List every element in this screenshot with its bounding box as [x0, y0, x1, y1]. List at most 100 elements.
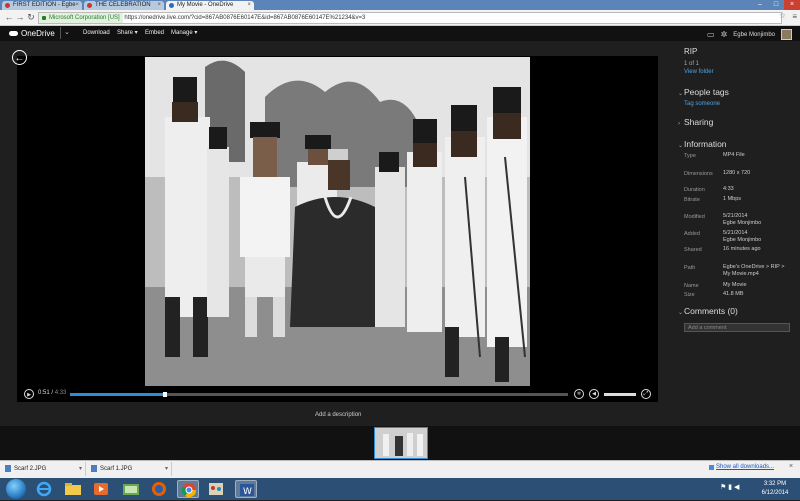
- start-button[interactable]: [6, 479, 26, 499]
- word-icon[interactable]: W: [235, 480, 257, 498]
- info-value: My Movie: [723, 282, 747, 288]
- folder-title: RIP: [684, 47, 698, 56]
- browser-tab-2[interactable]: THE CELEBRATION ×: [84, 1, 164, 10]
- back-arrow-icon[interactable]: ←: [4, 12, 14, 22]
- bookmark-star-icon[interactable]: ☆: [779, 11, 786, 20]
- embed-command[interactable]: Embed: [145, 26, 164, 41]
- show-all-downloads-link[interactable]: Show all downloads...: [716, 464, 774, 470]
- chevron-down-icon[interactable]: ▾: [79, 462, 82, 476]
- info-key: Duration: [684, 187, 705, 193]
- thumbnail-image: [375, 428, 427, 458]
- filmstrip-thumbnail[interactable]: [374, 427, 428, 459]
- clock[interactable]: 3:32 PM 6/12/2014: [758, 480, 792, 498]
- onedrive-logo[interactable]: OneDrive: [9, 28, 55, 39]
- historical-photo-image: [145, 57, 530, 386]
- current-time: 0:51: [38, 390, 50, 396]
- share-label: Share: [117, 30, 134, 36]
- tag-someone-link[interactable]: Tag someone: [684, 101, 720, 107]
- download-item[interactable]: Scarf 1.JPG ▾: [90, 462, 172, 476]
- volume-slider[interactable]: [604, 393, 636, 396]
- seek-handle[interactable]: [162, 392, 167, 397]
- play-icon[interactable]: ▶: [24, 389, 34, 399]
- media-player-icon[interactable]: [90, 480, 112, 498]
- back-circle-icon[interactable]: ←: [12, 50, 27, 65]
- info-value: 1 Mbps: [723, 196, 742, 202]
- ev-certificate-badge[interactable]: Microsoft Corporation [US]: [39, 13, 123, 23]
- info-value: Egbe's OneDrive > RIP > My Movie.mp4: [723, 264, 784, 278]
- user-name[interactable]: Egbe Monjimbo: [733, 32, 775, 38]
- forward-arrow-icon[interactable]: →: [15, 12, 25, 22]
- volume-tray-icon[interactable]: ◀: [734, 484, 739, 491]
- modified-by: Egbe Monjimbo: [723, 220, 762, 226]
- browser-tab-1[interactable]: FIRST EDITION - Egbe ×: [2, 1, 82, 10]
- path-breadcrumb[interactable]: Egbe's OneDrive > RIP >: [723, 264, 784, 271]
- address-bar[interactable]: Microsoft Corporation [US] https://onedr…: [38, 12, 782, 24]
- settings-icon[interactable]: ✲: [574, 389, 584, 399]
- comments-heading: Comments (0): [684, 306, 738, 316]
- close-tab-icon[interactable]: ×: [157, 1, 161, 10]
- clock-time: 3:32 PM: [763, 481, 787, 487]
- browser-tab-strip: FIRST EDITION - Egbe × THE CELEBRATION ×…: [0, 0, 800, 10]
- url-text: https://onedrive.live.com/?cid=867AB0876…: [124, 15, 366, 21]
- image-file-icon: [91, 465, 97, 472]
- manage-command[interactable]: Manage ▾: [171, 26, 197, 41]
- maximize-icon[interactable]: □: [768, 0, 784, 10]
- avatar[interactable]: [781, 29, 792, 40]
- menu-icon[interactable]: ≡: [792, 12, 797, 21]
- fullscreen-icon[interactable]: ⤢: [641, 389, 651, 399]
- info-key: Name: [684, 283, 699, 289]
- paint-icon[interactable]: [205, 480, 227, 498]
- download-item[interactable]: Scarf 2.JPG ▾: [4, 462, 86, 476]
- comments-section[interactable]: ⌄Comments (0): [678, 306, 738, 316]
- share-command[interactable]: Share ▾: [117, 26, 138, 41]
- time-display: 0:51 / 4:33: [38, 390, 67, 396]
- firefox-icon[interactable]: [148, 480, 170, 498]
- sharing-section[interactable]: › Sharing: [678, 117, 713, 127]
- flag-icon[interactable]: ⚑: [720, 484, 726, 491]
- manage-label: Manage: [171, 30, 193, 36]
- path-filename: My Movie.mp4: [723, 271, 759, 277]
- close-window-icon[interactable]: ×: [784, 0, 800, 10]
- modified-date: 5/21/2014: [723, 213, 748, 219]
- people-tags-heading: People tags: [684, 87, 729, 97]
- close-tab-icon[interactable]: ×: [247, 1, 251, 10]
- comment-input[interactable]: Add a comment: [684, 323, 790, 332]
- photo-viewer-icon[interactable]: [120, 480, 142, 498]
- people-tags-section[interactable]: ⌄People tags: [678, 87, 729, 97]
- close-icon[interactable]: ×: [789, 463, 793, 470]
- chrome-icon[interactable]: [177, 480, 199, 498]
- favicon-icon: [169, 3, 174, 8]
- minimize-icon[interactable]: –: [752, 0, 768, 10]
- download-command[interactable]: Download: [83, 26, 110, 41]
- info-value: 5/21/2014 Egbe Monjimbo: [723, 213, 761, 227]
- video-still[interactable]: [145, 57, 530, 386]
- onedrive-header: OneDrive ⌄ Download Share ▾ Embed Manage…: [0, 26, 800, 41]
- volume-icon[interactable]: ◀: [589, 389, 599, 399]
- seek-bar[interactable]: [70, 392, 568, 397]
- info-key: Size: [684, 292, 695, 298]
- add-description-link[interactable]: Add a description: [315, 412, 361, 418]
- gear-icon[interactable]: ✲: [721, 30, 728, 39]
- chat-icon[interactable]: ▭: [707, 30, 715, 39]
- network-icon[interactable]: ▮: [728, 484, 732, 491]
- view-folder-link[interactable]: View folder: [684, 69, 714, 75]
- info-value: 5/21/2014 Egbe Monjimbo: [723, 230, 761, 244]
- chevron-down-icon[interactable]: ▾: [165, 462, 168, 476]
- info-value: MP4 File: [723, 152, 745, 158]
- ie-icon[interactable]: [33, 480, 55, 498]
- tab-label: FIRST EDITION - Egbe: [13, 2, 76, 8]
- cloud-icon: [9, 31, 18, 37]
- close-tab-icon[interactable]: ×: [75, 1, 79, 10]
- window-controls: – □ ×: [752, 0, 800, 10]
- browser-tab-3[interactable]: My Movie - OneDrive ×: [166, 1, 254, 10]
- reload-icon[interactable]: ↻: [26, 12, 36, 22]
- tab-label: THE CELEBRATION: [95, 2, 151, 8]
- chevron-down-icon[interactable]: ⌄: [60, 27, 70, 39]
- file-explorer-icon[interactable]: [62, 480, 84, 498]
- added-date: 5/21/2014: [723, 230, 748, 236]
- information-section[interactable]: ⌄Information: [678, 139, 727, 149]
- info-key: Dimensions: [684, 171, 713, 177]
- browser-toolbar: ← → ↻ Microsoft Corporation [US] https:/…: [0, 10, 800, 26]
- download-filename: Scarf 1.JPG: [100, 466, 133, 472]
- info-key: Type: [684, 153, 696, 159]
